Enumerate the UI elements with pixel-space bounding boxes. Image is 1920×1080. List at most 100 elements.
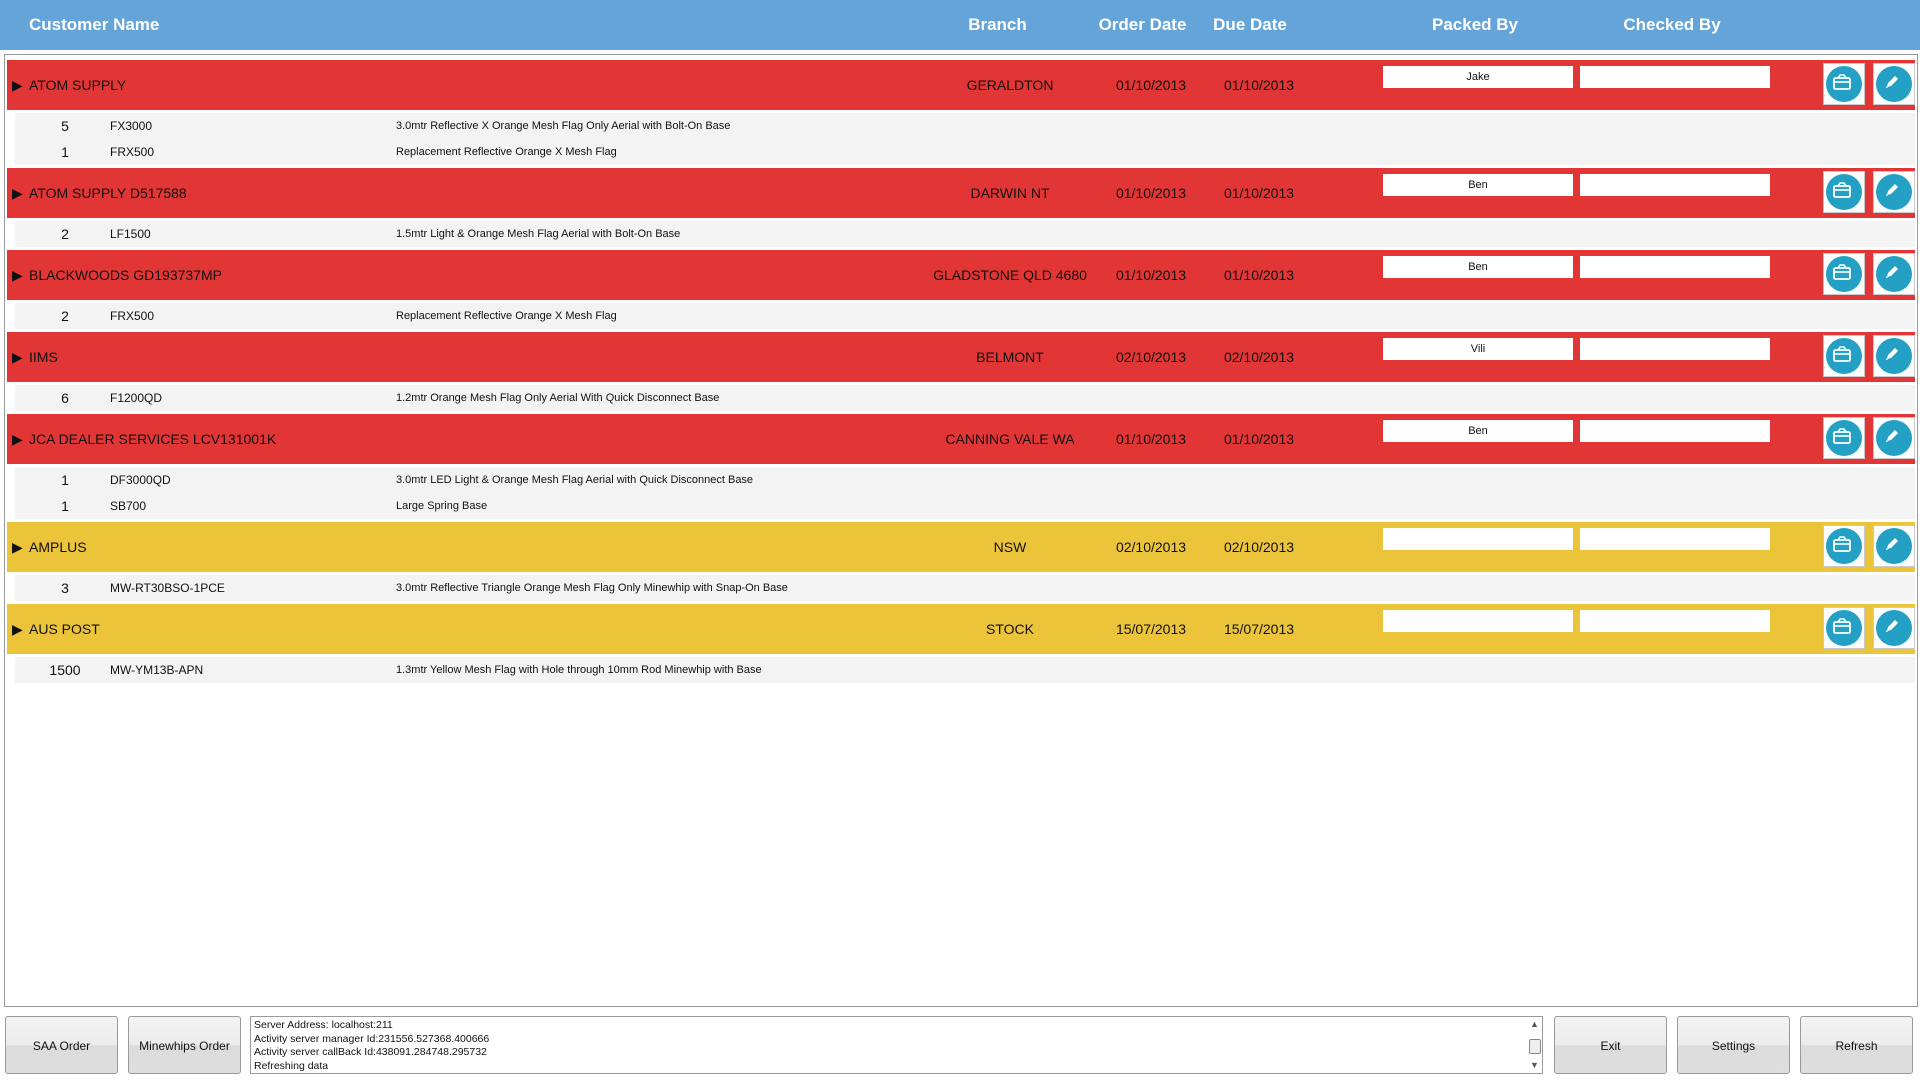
order-row[interactable]: ▶ AUS POST STOCK 15/07/2013 15/07/2013 (7, 604, 1915, 654)
expand-arrow-icon[interactable]: ▶ (12, 539, 23, 556)
edit-button[interactable] (1873, 417, 1915, 459)
pack-button[interactable] (1823, 63, 1865, 105)
checked-by-field[interactable] (1580, 338, 1770, 360)
order-row[interactable]: ▶ IIMS BELMONT 02/10/2013 02/10/2013 Vili (7, 332, 1915, 382)
customer-name: JCA DEALER SERVICES LCV131001K (29, 431, 277, 447)
log-line: Activity server callBack Id:438091.28474… (254, 1046, 487, 1058)
order-date: 01/10/2013 (1115, 77, 1187, 93)
item-code: F1200QD (110, 391, 163, 405)
checked-by-field[interactable] (1580, 66, 1770, 88)
checked-by-field[interactable] (1580, 610, 1770, 632)
refresh-button[interactable]: Refresh (1800, 1016, 1913, 1074)
due-date: 01/10/2013 (1223, 77, 1295, 93)
edit-button[interactable] (1873, 63, 1915, 105)
item-code: FRX500 (110, 309, 155, 323)
order-row[interactable]: ▶ ATOM SUPPLY D517588 DARWIN NT 01/10/2013 0… (7, 168, 1915, 218)
branch: GERALDTON (966, 77, 1054, 93)
col-packed-by[interactable]: Packed By (1380, 15, 1570, 35)
order-date: 01/10/2013 (1115, 185, 1187, 201)
order-item-row[interactable]: 1 FRX500 Replacement Reflective Orange X M… (15, 139, 1915, 165)
saa-order-button[interactable]: SAA Order (5, 1016, 118, 1074)
item-description: 1.5mtr Light & Orange Mesh Flag Aerial w… (396, 228, 681, 240)
item-code: MW-RT30BSO-1PCE (110, 581, 225, 595)
checked-by-field[interactable] (1580, 256, 1770, 278)
customer-name: BLACKWOODS GD193737MP (29, 267, 222, 283)
checked-by-field[interactable] (1580, 420, 1770, 442)
expand-arrow-icon[interactable]: ▶ (12, 621, 23, 638)
order-row[interactable]: ▶ ATOM SUPPLY GERALDTON 01/10/2013 01/10/201… (7, 60, 1915, 110)
order-item-row[interactable]: 3 MW-RT30BSO-1PCE 3.0mtr Reflective Triang… (15, 575, 1915, 601)
col-order-date[interactable]: Order Date (1095, 15, 1190, 35)
packed-by-field[interactable]: Vili (1383, 338, 1573, 360)
order-item-row[interactable]: 2 LF1500 1.5mtr Light & Orange Mesh Flag A… (15, 221, 1915, 247)
due-date: 01/10/2013 (1223, 431, 1295, 447)
orders-list[interactable]: ▶ ATOM SUPPLY GERALDTON 01/10/2013 01/10/201… (4, 54, 1918, 1007)
item-description: 1.2mtr Orange Mesh Flag Only Aerial With… (396, 392, 720, 404)
item-qty: 1 (61, 144, 69, 160)
pack-button[interactable] (1823, 171, 1865, 213)
settings-button[interactable]: Settings (1677, 1016, 1790, 1074)
order-item-row[interactable]: 1500 MW-YM13B-APN 1.3mtr Yellow Mesh Flag … (15, 657, 1915, 683)
item-code: FX3000 (110, 119, 153, 133)
order-item-row[interactable]: 2 FRX500 Replacement Reflective Orange X M… (15, 303, 1915, 329)
col-branch[interactable]: Branch (940, 15, 1055, 35)
order-row[interactable]: ▶ BLACKWOODS GD193737MP GLADSTONE QLD 4680… (7, 250, 1915, 300)
order-item-row[interactable]: 6 F1200QD 1.2mtr Orange Mesh Flag Only Aer… (15, 385, 1915, 411)
edit-button[interactable] (1873, 253, 1915, 295)
due-date: 02/10/2013 (1223, 349, 1295, 365)
packed-by-field[interactable]: Ben (1383, 256, 1573, 278)
scroll-up-icon[interactable]: ▲ (1530, 1018, 1539, 1032)
packed-by-field[interactable] (1383, 610, 1573, 632)
log-scrollbar[interactable]: ▲ ▼ (1527, 1017, 1542, 1073)
expand-arrow-icon[interactable]: ▶ (12, 431, 23, 448)
item-description: 3.0mtr LED Light & Orange Mesh Flag Aeri… (396, 474, 754, 486)
exit-button[interactable]: Exit (1554, 1016, 1667, 1074)
order-date: 02/10/2013 (1115, 349, 1187, 365)
packed-by-field[interactable]: Ben (1383, 420, 1573, 442)
due-date: 01/10/2013 (1223, 267, 1295, 283)
order-item-row[interactable]: 5 FX3000 3.0mtr Reflective X Orange Mesh F… (15, 113, 1915, 139)
edit-button[interactable] (1873, 171, 1915, 213)
order-row[interactable]: ▶ AMPLUS NSW 02/10/2013 02/10/2013 (7, 522, 1915, 572)
branch: NSW (993, 539, 1027, 555)
expand-arrow-icon[interactable]: ▶ (12, 77, 23, 94)
pack-button[interactable] (1823, 335, 1865, 377)
scroll-down-icon[interactable]: ▼ (1530, 1059, 1539, 1073)
due-date: 15/07/2013 (1223, 621, 1295, 637)
expand-arrow-icon[interactable]: ▶ (12, 349, 23, 366)
expand-arrow-icon[interactable]: ▶ (12, 267, 23, 284)
packed-by-field[interactable]: Jake (1383, 66, 1573, 88)
edit-button[interactable] (1873, 607, 1915, 649)
packed-by-field[interactable] (1383, 528, 1573, 550)
order-row[interactable]: ▶ JCA DEALER SERVICES LCV131001K CANNING V… (7, 414, 1915, 464)
item-qty: 1 (61, 472, 69, 488)
pack-button[interactable] (1823, 525, 1865, 567)
checked-by-field[interactable] (1580, 174, 1770, 196)
col-due-date[interactable]: Due Date (1205, 15, 1295, 35)
pack-button[interactable] (1823, 253, 1865, 295)
customer-name: ATOM SUPPLY D517588 (29, 185, 187, 201)
edit-button[interactable] (1873, 335, 1915, 377)
item-description: Replacement Reflective Orange X Mesh Fla… (396, 310, 617, 322)
scroll-thumb[interactable] (1529, 1039, 1541, 1054)
edit-button[interactable] (1873, 525, 1915, 567)
checked-by-field[interactable] (1580, 528, 1770, 550)
col-checked-by[interactable]: Checked By (1577, 15, 1767, 35)
pack-button[interactable] (1823, 607, 1865, 649)
item-qty: 1500 (49, 662, 81, 678)
customer-name: AMPLUS (29, 539, 87, 555)
minewhips-order-button[interactable]: Minewhips Order (128, 1016, 241, 1074)
item-code: SB700 (110, 499, 147, 513)
order-item-row[interactable]: 1 SB700 Large Spring Base (15, 493, 1915, 519)
branch: STOCK (986, 621, 1034, 637)
order-item-row[interactable]: 1 DF3000QD 3.0mtr LED Light & Orange Mesh … (15, 467, 1915, 493)
packed-by-field[interactable]: Ben (1383, 174, 1573, 196)
item-qty: 1 (61, 498, 69, 514)
col-customer-name[interactable]: Customer Name (29, 15, 159, 35)
branch: BELMONT (976, 349, 1044, 365)
customer-name: ATOM SUPPLY (29, 77, 127, 93)
item-qty: 2 (61, 308, 69, 324)
log-line: Server Address: localhost:211 (254, 1019, 393, 1031)
pack-button[interactable] (1823, 417, 1865, 459)
expand-arrow-icon[interactable]: ▶ (12, 185, 23, 202)
